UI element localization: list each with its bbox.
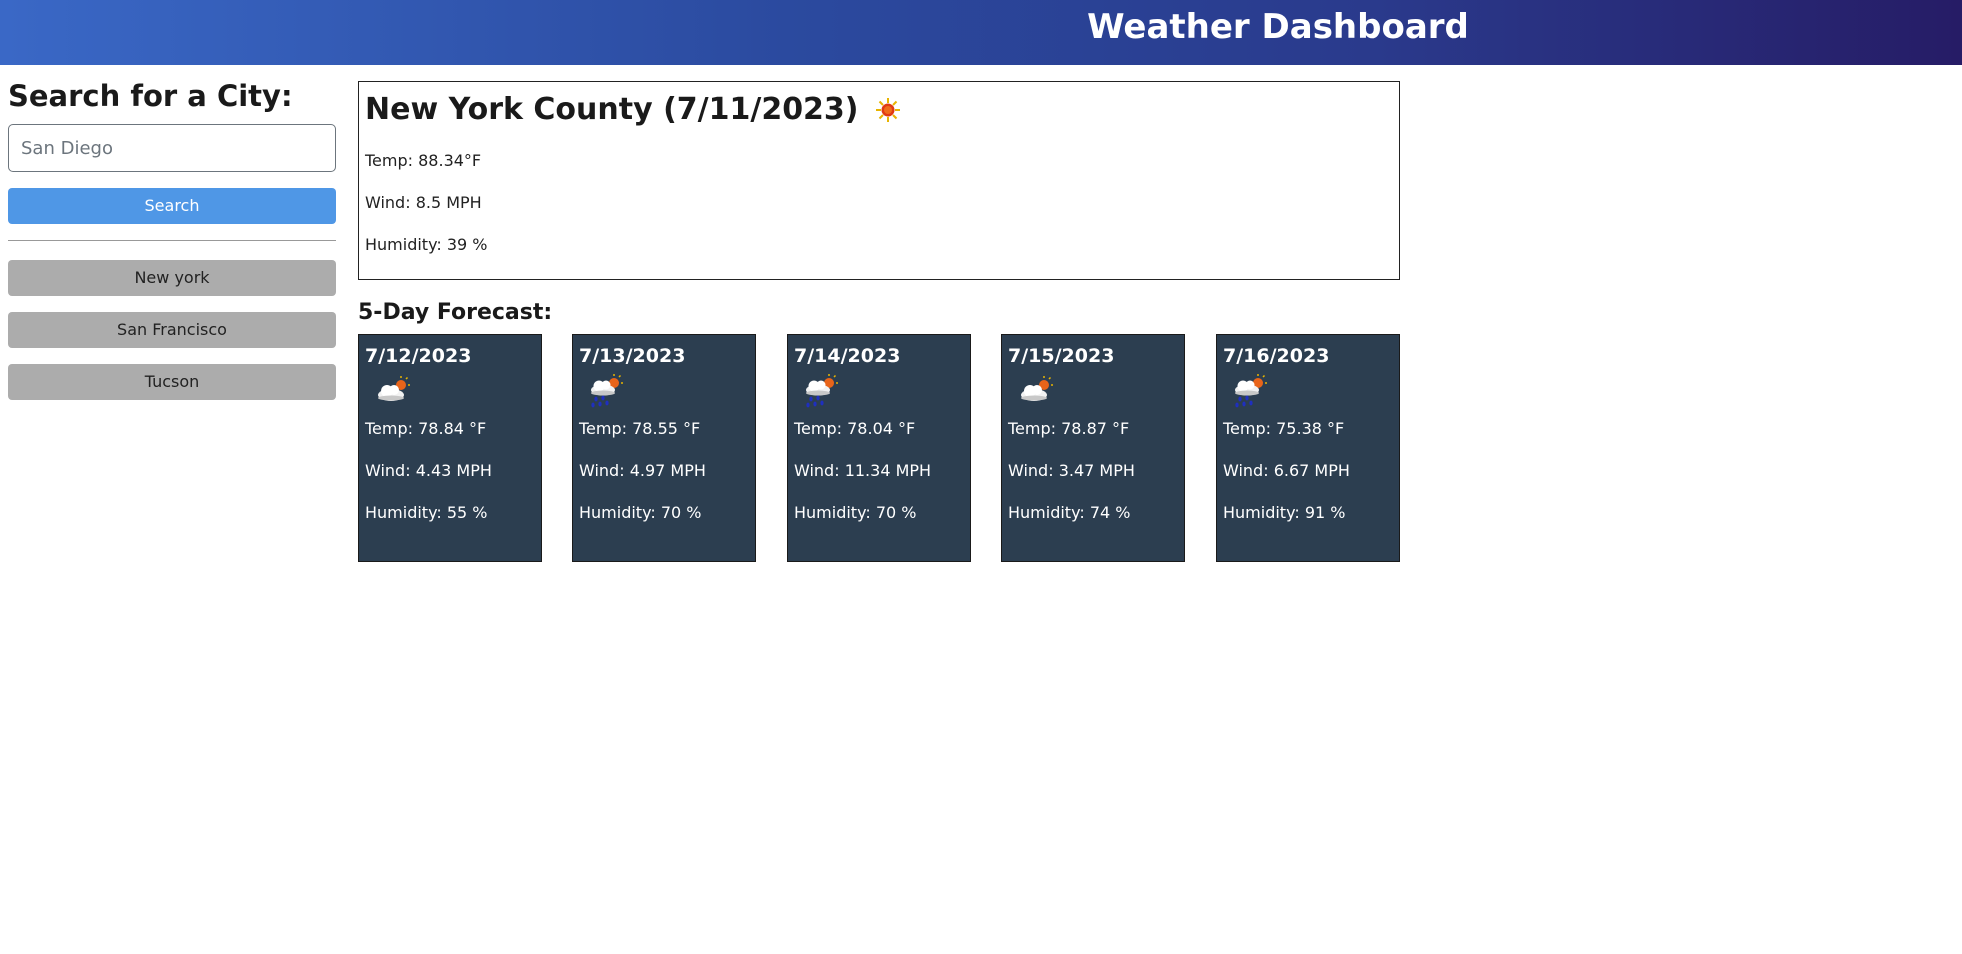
- forecast-temp: Temp: 78.55 °F: [579, 419, 701, 438]
- forecast-date: 7/13/2023: [579, 345, 686, 367]
- forecast-card: 7/13/2023 Temp: 78.55 °F Wind: 4.97 MPH …: [572, 334, 756, 562]
- forecast-card: 7/15/2023 Temp: 78.87 °F Wind: 3.47 MPH …: [1001, 334, 1185, 562]
- rain-sun-icon: [1229, 373, 1273, 409]
- history-item-new-york[interactable]: New york: [8, 260, 336, 296]
- forecast-card: 7/14/2023 Temp: 78.04 °F Wind: 11.34 MPH…: [787, 334, 971, 562]
- sidebar-divider: [8, 240, 336, 241]
- forecast-temp: Temp: 75.38 °F: [1223, 419, 1345, 438]
- current-weather-panel: New York County (7/11/2023) Temp: 88.34°…: [358, 81, 1400, 280]
- search-heading: Search for a City:: [8, 79, 293, 113]
- current-city-date: New York County (7/11/2023): [365, 92, 859, 127]
- current-humidity: Humidity: 39 %: [365, 235, 488, 254]
- forecast-title: 5-Day Forecast:: [358, 300, 553, 325]
- history-item-tucson[interactable]: Tucson: [8, 364, 336, 400]
- partly-cloudy-icon: [371, 373, 415, 409]
- forecast-temp: Temp: 78.87 °F: [1008, 419, 1130, 438]
- forecast-humidity: Humidity: 91 %: [1223, 503, 1346, 522]
- history-item-san-francisco[interactable]: San Francisco: [8, 312, 336, 348]
- forecast-temp: Temp: 78.84 °F: [365, 419, 487, 438]
- forecast-date: 7/12/2023: [365, 345, 472, 367]
- forecast-wind: Wind: 4.43 MPH: [365, 461, 492, 480]
- forecast-card: 7/16/2023 Temp: 75.38 °F Wind: 6.67 MPH …: [1216, 334, 1400, 562]
- rain-sun-icon: [585, 373, 629, 409]
- forecast-temp: Temp: 78.04 °F: [794, 419, 916, 438]
- forecast-date: 7/15/2023: [1008, 345, 1115, 367]
- forecast-date: 7/16/2023: [1223, 345, 1330, 367]
- forecast-humidity: Humidity: 74 %: [1008, 503, 1131, 522]
- forecast-wind: Wind: 11.34 MPH: [794, 461, 932, 480]
- city-search-input[interactable]: [8, 124, 336, 172]
- forecast-wind: Wind: 6.67 MPH: [1223, 461, 1350, 480]
- current-weather-title: New York County (7/11/2023): [365, 90, 1393, 130]
- current-wind: Wind: 8.5 MPH: [365, 193, 482, 212]
- rain-sun-icon: [800, 373, 844, 409]
- forecast-date: 7/14/2023: [794, 345, 901, 367]
- search-sidebar: Search for a City: Search New york San F…: [8, 74, 336, 400]
- sun-icon: [873, 95, 903, 125]
- forecast-cards: 7/12/2023 Temp: 78.84 °F Wind: 4.43 MPH …: [358, 334, 1400, 562]
- current-temp: Temp: 88.34°F: [365, 151, 482, 170]
- forecast-humidity: Humidity: 70 %: [579, 503, 702, 522]
- search-button[interactable]: Search: [8, 188, 336, 224]
- forecast-humidity: Humidity: 70 %: [794, 503, 917, 522]
- forecast-wind: Wind: 4.97 MPH: [579, 461, 706, 480]
- app-header: Weather Dashboard: [0, 0, 1962, 65]
- forecast-wind: Wind: 3.47 MPH: [1008, 461, 1135, 480]
- forecast-humidity: Humidity: 55 %: [365, 503, 488, 522]
- forecast-card: 7/12/2023 Temp: 78.84 °F Wind: 4.43 MPH …: [358, 334, 542, 562]
- app-title: Weather Dashboard: [1087, 7, 1469, 47]
- partly-cloudy-icon: [1014, 373, 1058, 409]
